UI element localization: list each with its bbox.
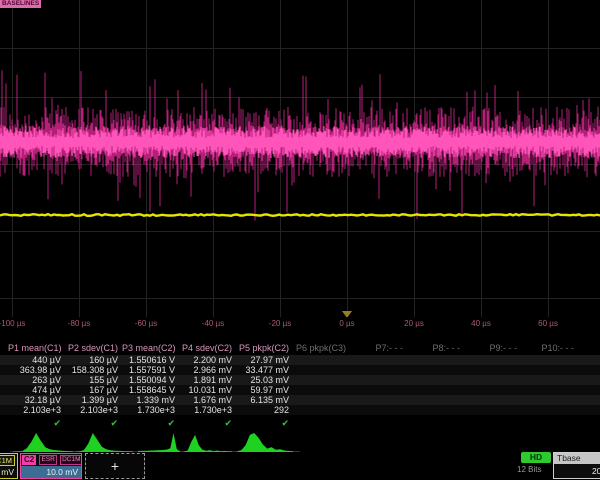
param-value: 155 µV: [65, 375, 118, 385]
c1-coupling-badge: C1M: [0, 455, 15, 466]
table-row: 263 µV 155 µV 1.550094 V 1.891 mV 25.03 mV: [0, 375, 600, 385]
param-value: 1.558645 V: [122, 385, 175, 395]
param-value: 10.031 mV: [179, 385, 232, 395]
histogram-shape: [138, 433, 180, 452]
table-header-row: P1 mean(C1) P2 sdev(C1) P3 mean(C2) P4 sdev…: [0, 343, 600, 353]
param-value: 1.550616 V: [122, 355, 175, 365]
param-value: 2.103e+3: [65, 405, 118, 415]
param-value: 158.308 µV: [65, 365, 118, 375]
param-value: 263 µV: [8, 375, 61, 385]
table-row: 2.103e+3 2.103e+3 1.730e+3 1.730e+3 292: [0, 405, 600, 415]
status-row: ✔ ✔ ✔ ✔ ✔: [0, 418, 600, 428]
c2-trace-label: BASELINES: [0, 0, 41, 8]
param-histogram[interactable]: [138, 431, 180, 453]
param-value: 2.966 mV: [179, 365, 232, 375]
timebase-value: 20.0 µs: [554, 466, 600, 476]
timebase-axis-label: -80 µs: [68, 319, 90, 328]
param-header[interactable]: P11: [578, 343, 600, 353]
histogram-shape: [184, 435, 232, 452]
timebase-axis-label: 0 µs: [339, 319, 354, 328]
histogram-shape: [237, 433, 293, 452]
c2-esr-badge: ESR: [39, 455, 56, 465]
param-header[interactable]: P3 mean(C2): [122, 343, 175, 353]
param-value: 160 µV: [65, 355, 118, 365]
table-row: 363.98 µV 158.308 µV 1.557591 V 2.966 mV 33.…: [0, 365, 600, 375]
timebase-axis-label: 40 µs: [471, 319, 491, 328]
check-icon: ✔: [236, 418, 289, 428]
param-value: 167 µV: [65, 385, 118, 395]
c1-trace: [0, 214, 600, 216]
timebase-axis-label: 60 µs: [538, 319, 558, 328]
table-row: 32.18 µV 1.399 µV 1.339 mV 1.676 mV 6.135 mV: [0, 395, 600, 405]
hd-mode-badge[interactable]: HD: [521, 452, 551, 463]
c2-vdiv-value: 10.0 mV: [21, 466, 81, 478]
param-header[interactable]: P4 sdev(C2): [179, 343, 232, 353]
check-icon: ✔: [122, 418, 175, 428]
table-row: 474 µV 167 µV 1.558645 V 10.031 mV 59.97 mV: [0, 385, 600, 395]
param-value: 1.676 mV: [179, 395, 232, 405]
param-header[interactable]: P5 pkpk(C2): [236, 343, 289, 353]
c1-vdiv-value: 0 mV: [0, 467, 14, 477]
param-value: 25.03 mV: [236, 375, 289, 385]
adc-bits-label: 12 Bits: [517, 465, 541, 474]
param-value: 1.557591 V: [122, 365, 175, 375]
table-row: 440 µV 160 µV 1.550616 V 2.200 mV 27.97 mV: [0, 355, 600, 365]
param-histogram[interactable]: [184, 431, 232, 453]
channel-c1-descriptor[interactable]: C1M 0 mV: [0, 453, 18, 479]
param-value: 6.135 mV: [236, 395, 289, 405]
param-value: 440 µV: [8, 355, 61, 365]
param-header[interactable]: P2 sdev(C1): [65, 343, 118, 353]
param-value: 1.339 mV: [122, 395, 175, 405]
histogram-shape: [13, 433, 73, 452]
param-value: 2.103e+3: [8, 405, 61, 415]
timebase-axis-label: -40 µs: [202, 319, 224, 328]
waveform-display: [0, 0, 600, 317]
param-value: 1.730e+3: [179, 405, 232, 415]
c2-channel-badge: C2: [22, 455, 36, 465]
param-histogram[interactable]: [13, 431, 73, 453]
param-value: 33.477 mV: [236, 365, 289, 375]
param-header[interactable]: P8:- - -: [407, 343, 460, 353]
param-value: 363.98 µV: [8, 365, 61, 375]
timebase-axis-label: -100 µs: [0, 319, 25, 328]
histicon-strip: [0, 431, 600, 453]
param-value: 2.200 mV: [179, 355, 232, 365]
param-value: 27.97 mV: [236, 355, 289, 365]
timebase-axis: -100 µs -80 µs -60 µs -40 µs -20 µs 0 µs 20 µs…: [0, 317, 600, 331]
timebase-title: Tbase: [554, 453, 600, 464]
param-histogram[interactable]: [237, 431, 293, 453]
histogram-shape: [75, 433, 133, 452]
plus-icon: +: [111, 458, 119, 474]
param-value: 1.891 mV: [179, 375, 232, 385]
param-value: 59.97 mV: [236, 385, 289, 395]
param-header[interactable]: P9:- - -: [464, 343, 517, 353]
param-header[interactable]: P6 pkpk(C3): [293, 343, 346, 353]
check-icon: ✔: [179, 418, 232, 428]
timebase-axis-label: 20 µs: [404, 319, 424, 328]
channel-c2-descriptor[interactable]: C2 ESR DC1M 10.0 mV: [20, 453, 82, 479]
param-value: 474 µV: [8, 385, 61, 395]
param-value: 1.399 µV: [65, 395, 118, 405]
param-header[interactable]: P1 mean(C1): [8, 343, 61, 353]
timebase-descriptor[interactable]: Tbase 20.0 µs: [553, 452, 600, 479]
oscilloscope-screen: BASELINES -100 µs -80 µs -60 µs -40 µs -20 µ…: [0, 0, 600, 480]
timebase-axis-label: -60 µs: [135, 319, 157, 328]
measurement-table: P1 mean(C1) P2 sdev(C1) P3 mean(C2) P4 sdev…: [0, 343, 600, 431]
param-header[interactable]: P7:- - -: [350, 343, 403, 353]
add-trace-slot[interactable]: +: [85, 453, 145, 479]
check-icon: ✔: [8, 418, 61, 428]
param-value: 32.18 µV: [8, 395, 61, 405]
param-value: 1.730e+3: [122, 405, 175, 415]
check-icon: ✔: [65, 418, 118, 428]
c2-coupling-badge: DC1M: [60, 455, 82, 465]
descriptor-bar: C1M 0 mV C2 ESR DC1M 10.0 mV + HD 12 Bit…: [0, 452, 600, 480]
param-value: 1.550094 V: [122, 375, 175, 385]
param-histogram[interactable]: [75, 431, 133, 453]
timebase-axis-label: -20 µs: [269, 319, 291, 328]
param-header[interactable]: P10:- - -: [521, 343, 574, 353]
param-value: 292: [236, 405, 289, 415]
